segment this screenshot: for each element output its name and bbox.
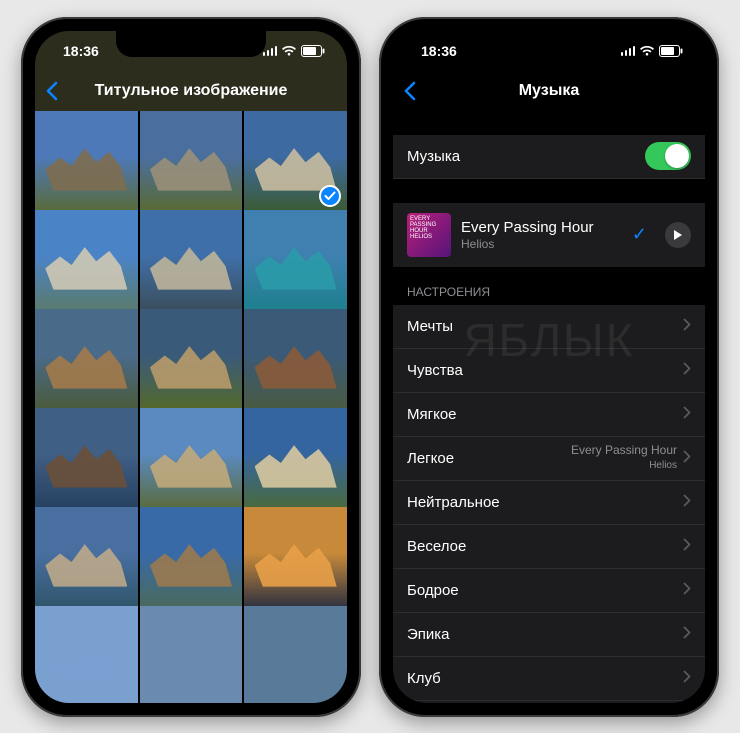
notch	[474, 31, 624, 57]
album-art: EVERY PASSING HOUR HELIOS	[407, 213, 451, 257]
notch	[116, 31, 266, 57]
screen-left: 18:36 Титульное изображение	[35, 31, 347, 703]
chevron-right-icon	[683, 494, 691, 511]
photo-tile[interactable]	[140, 111, 243, 214]
mood-row[interactable]: Веселое	[393, 525, 705, 569]
mood-row[interactable]: Экстрим	[393, 701, 705, 703]
phone-left: 18:36 Титульное изображение	[21, 17, 361, 717]
back-button[interactable]	[45, 81, 58, 101]
play-button[interactable]	[665, 222, 691, 248]
wifi-icon	[281, 45, 297, 57]
mood-detail: Every Passing HourHelios	[571, 444, 677, 472]
mood-label: Эпика	[407, 626, 683, 643]
photo-tile[interactable]	[35, 606, 138, 703]
chevron-left-icon	[403, 81, 416, 101]
photo-tile[interactable]	[244, 606, 347, 703]
song-title: Every Passing Hour	[461, 219, 614, 236]
mood-row[interactable]: Чувства	[393, 349, 705, 393]
wifi-icon	[639, 45, 655, 57]
mood-row[interactable]: ЛегкоеEvery Passing HourHelios	[393, 437, 705, 481]
mood-row[interactable]: Мягкое	[393, 393, 705, 437]
song-text: Every Passing Hour Helios	[461, 219, 614, 251]
mood-row[interactable]: Мечты	[393, 305, 705, 349]
photo-tile[interactable]	[244, 210, 347, 313]
photo-tile[interactable]	[140, 210, 243, 313]
chevron-right-icon	[683, 538, 691, 555]
chevron-right-icon	[683, 406, 691, 423]
music-toggle-label: Музыка	[407, 148, 645, 165]
chevron-right-icon	[683, 450, 691, 467]
photo-tile[interactable]	[244, 507, 347, 610]
chevron-left-icon	[45, 81, 58, 101]
photo-tile[interactable]	[35, 210, 138, 313]
mood-label: Веселое	[407, 538, 683, 555]
chevron-right-icon	[683, 362, 691, 379]
mood-label: Мягкое	[407, 406, 683, 423]
mood-label: Чувства	[407, 362, 683, 379]
nav-bar: Музыка	[393, 71, 705, 111]
page-title: Титульное изображение	[95, 82, 288, 100]
nav-bar: Титульное изображение	[35, 71, 347, 111]
check-icon: ✓	[632, 224, 647, 245]
photo-tile[interactable]	[244, 408, 347, 511]
song-artist: Helios	[461, 237, 614, 251]
chevron-right-icon	[683, 582, 691, 599]
photo-tile[interactable]	[35, 507, 138, 610]
status-time: 18:36	[421, 43, 457, 59]
mood-label: Бодрое	[407, 582, 683, 599]
photo-tile[interactable]	[140, 309, 243, 412]
play-icon	[673, 229, 683, 241]
mood-label: Нейтральное	[407, 494, 683, 511]
photo-grid[interactable]	[35, 111, 347, 703]
mood-row[interactable]: Эпика	[393, 613, 705, 657]
music-toggle-row[interactable]: Музыка	[393, 135, 705, 179]
chevron-right-icon	[683, 670, 691, 687]
photo-tile[interactable]	[140, 507, 243, 610]
mood-row[interactable]: Бодрое	[393, 569, 705, 613]
page-title: Музыка	[519, 82, 580, 100]
photo-tile[interactable]	[244, 111, 347, 214]
mood-label: Мечты	[407, 318, 683, 335]
photo-tile[interactable]	[140, 606, 243, 703]
screen-right: ЯБЛЫК 18:36 Музыка Музыка	[393, 31, 705, 703]
selected-checkmark-icon	[319, 185, 341, 207]
photo-tile[interactable]	[35, 309, 138, 412]
mood-row[interactable]: Нейтральное	[393, 481, 705, 525]
signal-icon	[263, 46, 278, 56]
photo-tile[interactable]	[35, 111, 138, 214]
photo-tile[interactable]	[244, 309, 347, 412]
status-right	[263, 45, 326, 57]
phone-right: ЯБЛЫК 18:36 Музыка Музыка	[379, 17, 719, 717]
photo-tile[interactable]	[140, 408, 243, 511]
mood-label: Легкое	[407, 450, 571, 467]
moods-header: НАСТРОЕНИЯ	[393, 267, 705, 305]
music-toggle[interactable]	[645, 142, 691, 170]
battery-icon	[301, 45, 325, 57]
mood-label: Клуб	[407, 670, 683, 687]
photo-tile[interactable]	[35, 408, 138, 511]
mood-row[interactable]: Клуб	[393, 657, 705, 701]
signal-icon	[621, 46, 636, 56]
current-song-row[interactable]: EVERY PASSING HOUR HELIOS Every Passing …	[393, 203, 705, 267]
chevron-right-icon	[683, 626, 691, 643]
battery-icon	[659, 45, 683, 57]
status-time: 18:36	[63, 43, 99, 59]
status-right	[621, 45, 684, 57]
moods-list: Мечты Чувства Мягкое ЛегкоеEvery Passing Ho…	[393, 305, 705, 703]
back-button[interactable]	[403, 81, 416, 101]
settings-list[interactable]: Музыка EVERY PASSING HOUR HELIOS Every P…	[393, 111, 705, 703]
chevron-right-icon	[683, 318, 691, 335]
